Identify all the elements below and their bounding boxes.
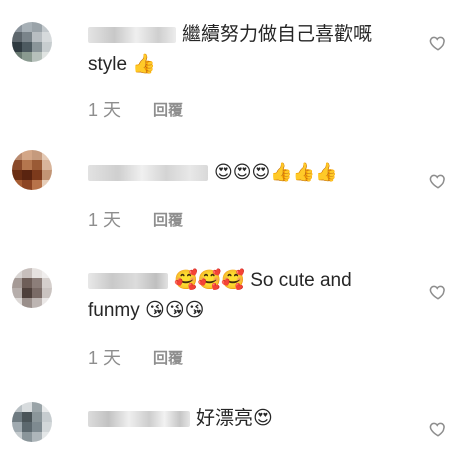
username-blurred[interactable] bbox=[88, 27, 176, 43]
comment-body: 好漂亮😍 bbox=[88, 404, 411, 434]
avatar[interactable] bbox=[12, 402, 52, 442]
comment-text-line2: funmy 😘😘😘 bbox=[88, 300, 205, 322]
avatar[interactable] bbox=[12, 268, 52, 308]
reply-button[interactable]: 回覆 bbox=[153, 347, 183, 368]
heart-outline-icon[interactable] bbox=[429, 283, 447, 301]
comment-body: 繼續努力做自己喜歡嘅 style 👍 bbox=[88, 20, 411, 80]
username-blurred[interactable] bbox=[88, 165, 208, 181]
avatar[interactable] bbox=[12, 22, 52, 62]
comment-body: 🥰🥰🥰 So cute and funmy 😘😘😘 bbox=[88, 266, 411, 326]
reply-button[interactable]: 回覆 bbox=[153, 209, 183, 230]
heart-outline-icon[interactable] bbox=[429, 172, 447, 190]
comment-text: 🥰🥰🥰 So cute and bbox=[174, 270, 352, 291]
comment-timestamp[interactable]: 1 天 bbox=[88, 344, 121, 370]
avatar[interactable] bbox=[12, 150, 52, 190]
comment-meta: 1 天 回覆 bbox=[88, 96, 183, 122]
comment-text: 繼續努力做自己喜歡嘅 bbox=[182, 24, 373, 45]
heart-outline-icon[interactable] bbox=[429, 34, 447, 52]
comment-text: 😍😍😍👍👍👍 bbox=[214, 162, 338, 183]
comment-timestamp[interactable]: 1 天 bbox=[88, 96, 121, 122]
comment-meta: 1 天 回覆 bbox=[88, 344, 183, 370]
comment-body: 😍😍😍👍👍👍 bbox=[88, 158, 411, 188]
username-blurred[interactable] bbox=[88, 411, 190, 427]
reply-button[interactable]: 回覆 bbox=[153, 99, 183, 120]
comment-text-line2: style 👍 bbox=[88, 54, 157, 76]
comment-meta: 1 天 回覆 bbox=[88, 206, 183, 232]
comment-text: 好漂亮😍 bbox=[196, 408, 273, 429]
heart-outline-icon[interactable] bbox=[429, 420, 447, 438]
comment-timestamp[interactable]: 1 天 bbox=[88, 206, 121, 232]
username-blurred[interactable] bbox=[88, 273, 168, 289]
